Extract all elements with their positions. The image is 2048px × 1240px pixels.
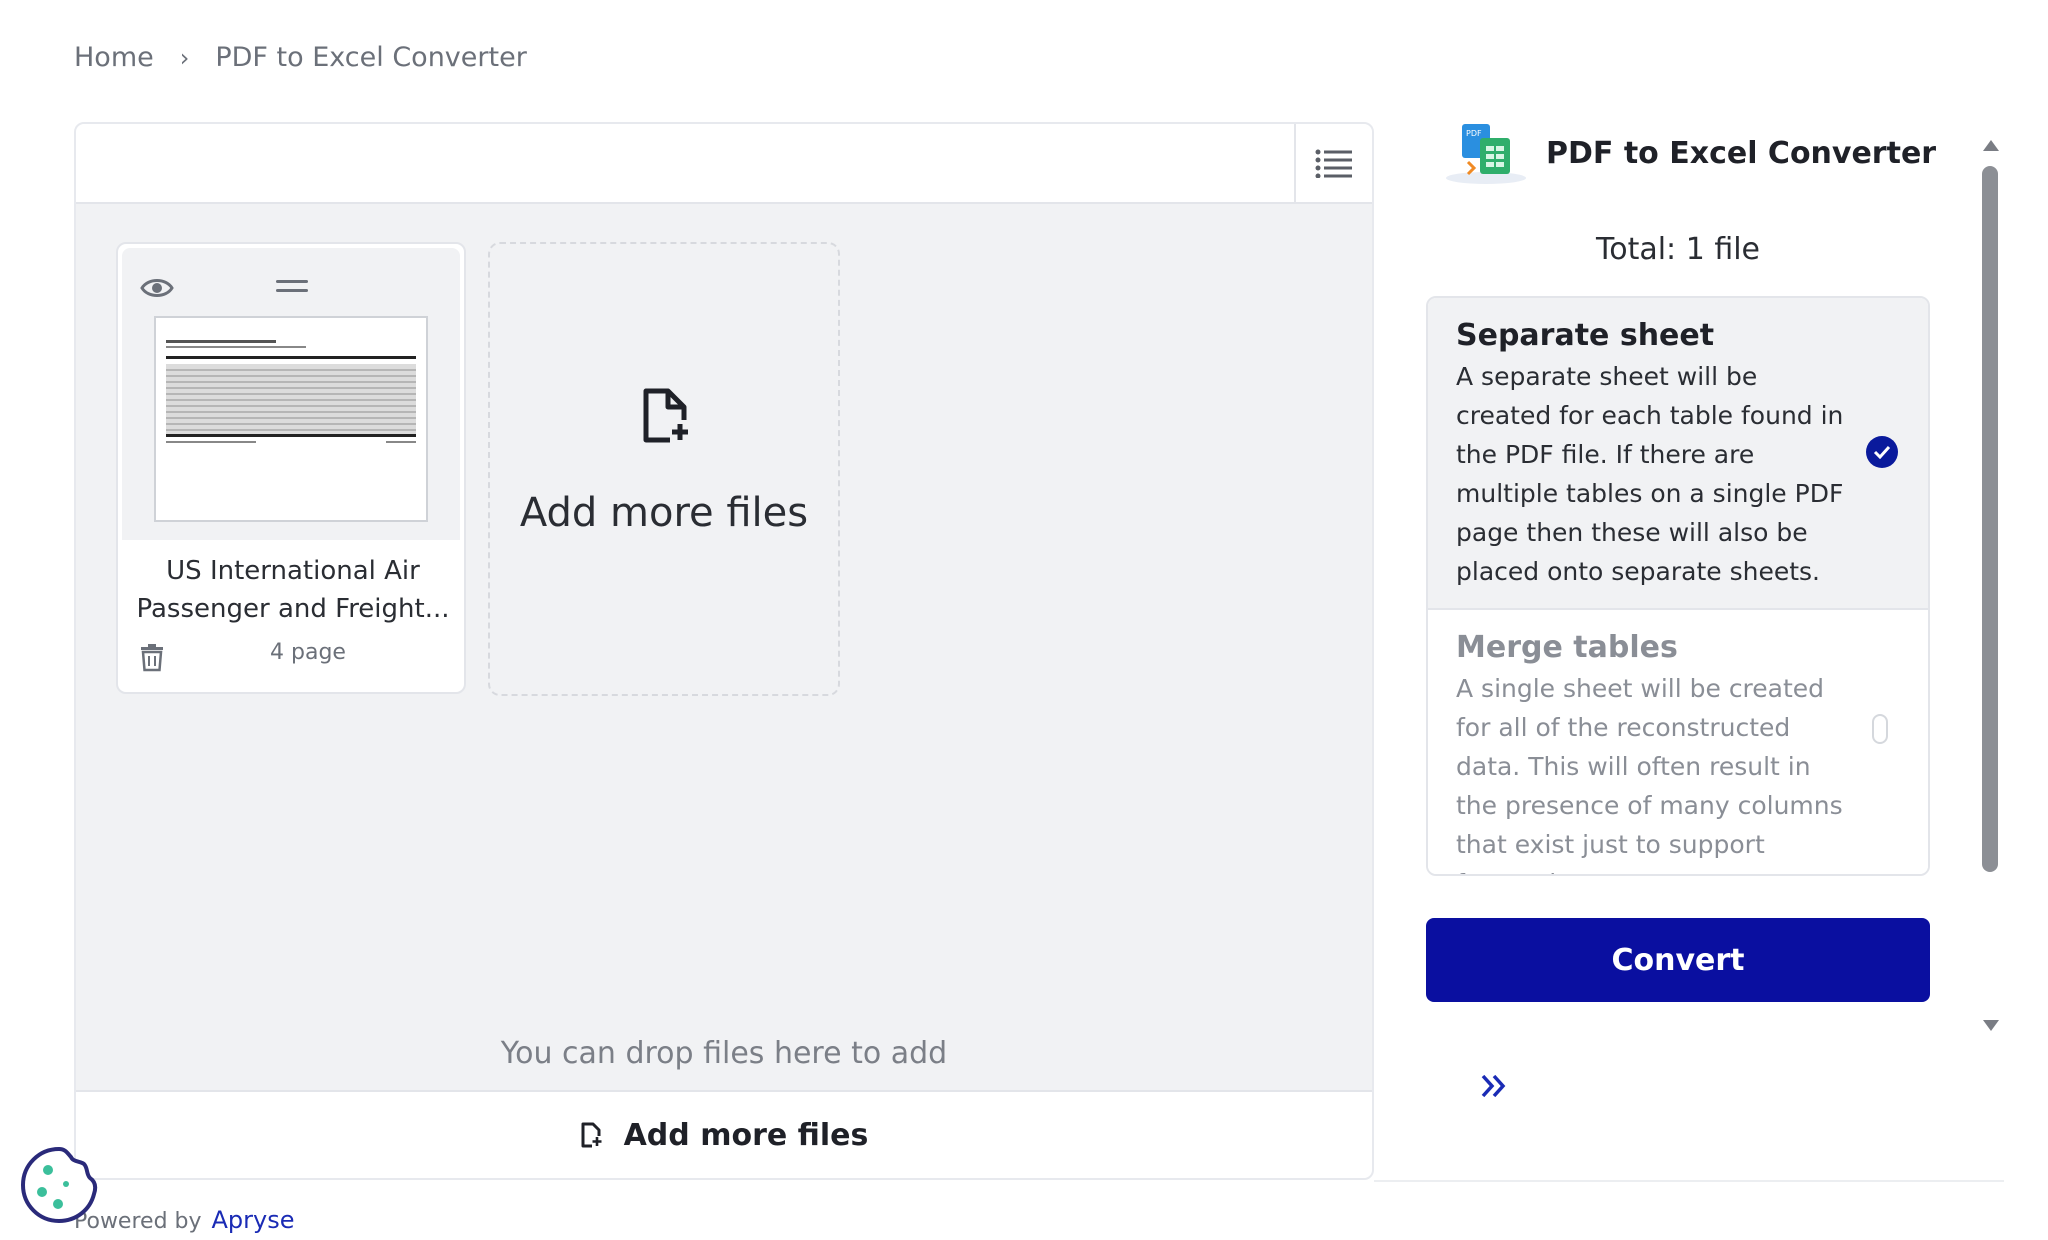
sidebar-app-title: PDF to Excel Converter (1546, 135, 1937, 171)
pdf-to-excel-logo-icon: PDF (1446, 124, 1526, 184)
file-name: US International Air Passenger and Freig… (134, 552, 452, 628)
breadcrumb: Home › PDF to Excel Converter (74, 42, 527, 73)
add-file-icon (643, 388, 690, 444)
pdf-thumbnail (154, 316, 428, 522)
powered-by: Powered by Apryse (74, 1206, 295, 1234)
selected-check-icon[interactable] (1866, 436, 1898, 468)
add-file-icon (581, 1122, 602, 1148)
add-more-files-button-label: Add more files (623, 1117, 869, 1153)
option-separate-sheet[interactable]: Separate sheet A separate sheet will be … (1428, 298, 1928, 610)
total-files: Total: 1 file (1595, 232, 1761, 267)
scrollbar-up-arrow[interactable] (1983, 140, 1999, 151)
option-description: A single sheet will be created for all o… (1456, 674, 1843, 874)
add-more-files-card[interactable]: Add more files (488, 242, 840, 696)
divider (1374, 1180, 2004, 1182)
file-thumbnail-area (122, 248, 460, 540)
list-icon (1315, 149, 1352, 178)
list-view-toggle[interactable] (1294, 124, 1372, 202)
option-merge-tables[interactable]: Merge tables A single sheet will be crea… (1428, 610, 1928, 874)
trash-icon[interactable] (140, 642, 164, 672)
drag-handle-icon[interactable] (276, 280, 308, 298)
file-panel: US International Air Passenger and Freig… (74, 122, 1374, 1180)
breadcrumb-current: PDF to Excel Converter (215, 42, 527, 73)
cookie-settings-icon[interactable] (18, 1144, 100, 1226)
apryse-link[interactable]: Apryse (212, 1206, 295, 1234)
svg-text:PDF: PDF (1466, 129, 1482, 138)
file-name-line1: US International Air (166, 556, 420, 586)
page-count: 4 page (270, 640, 346, 665)
scrollbar-thumb[interactable] (1982, 166, 1998, 872)
panel-toolbar (76, 124, 1372, 204)
drop-hint: You can drop files here to add (500, 1036, 948, 1071)
file-name-line2: Passenger and Freight... (136, 594, 450, 624)
file-card[interactable]: US International Air Passenger and Freig… (116, 242, 466, 694)
preview-eye-icon[interactable] (140, 276, 174, 300)
convert-button[interactable]: Convert (1426, 918, 1930, 1002)
scrollbar-down-arrow[interactable] (1983, 1020, 1999, 1031)
sidebar-app-header: PDF PDF to Excel Converter (1440, 118, 1936, 188)
add-more-files-button[interactable]: Add more files (76, 1090, 1372, 1178)
collapse-sidebar-icon[interactable] (1480, 1074, 1508, 1098)
breadcrumb-home-link[interactable]: Home (74, 42, 154, 73)
option-title: Separate sheet (1456, 318, 1715, 353)
option-title: Merge tables (1456, 630, 1678, 665)
option-description: A separate sheet will be created for eac… (1456, 362, 1844, 586)
add-more-files-label: Add more files (519, 490, 809, 536)
unselected-radio[interactable] (1872, 714, 1888, 744)
conversion-options: Separate sheet A separate sheet will be … (1426, 296, 1930, 876)
breadcrumb-separator: › (179, 43, 190, 72)
